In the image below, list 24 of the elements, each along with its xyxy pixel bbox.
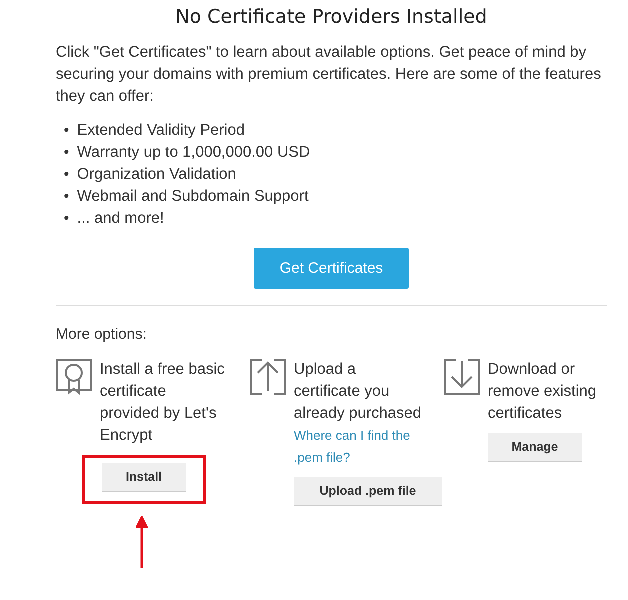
option-button[interactable]: Manage [488, 433, 582, 462]
option-button[interactable]: Install [102, 463, 186, 492]
upload-icon [250, 359, 286, 395]
bullet: • [64, 143, 70, 163]
page-title: No Certificate Providers Installed [174, 6, 488, 28]
option-button[interactable]: Upload .pem file [294, 477, 442, 506]
option-text: Upload a certificate you already purchased [294, 360, 422, 424]
feature-item: Extended Validity Period [77, 121, 245, 141]
intro-text: Click "Get Certificates" to learn about available options. Get peace of mind by securing your domains with premium certificates. Here are some of the features they can offer: [56, 43, 602, 107]
option-text: Download or remove existing certificates [488, 360, 598, 424]
bullet: • [64, 121, 70, 141]
bullet: • [64, 187, 70, 207]
more-options-label: More options: [56, 326, 148, 343]
bullet: • [64, 209, 70, 229]
help-link[interactable]: Where can I find the .pem file? [294, 425, 412, 469]
feature-item: Organization Validation [77, 165, 236, 185]
feature-item: Warranty up to 1,000,000.00 USD [77, 143, 310, 163]
feature-item: ... and more! [77, 209, 164, 229]
bullet: • [64, 165, 70, 185]
certificate-icon [56, 359, 92, 395]
arrow-icon [136, 516, 148, 568]
feature-item: Webmail and Subdomain Support [77, 187, 309, 207]
option-text: Install a free basic certificate provided by Let's Encrypt [100, 360, 226, 446]
download-icon [444, 359, 480, 395]
